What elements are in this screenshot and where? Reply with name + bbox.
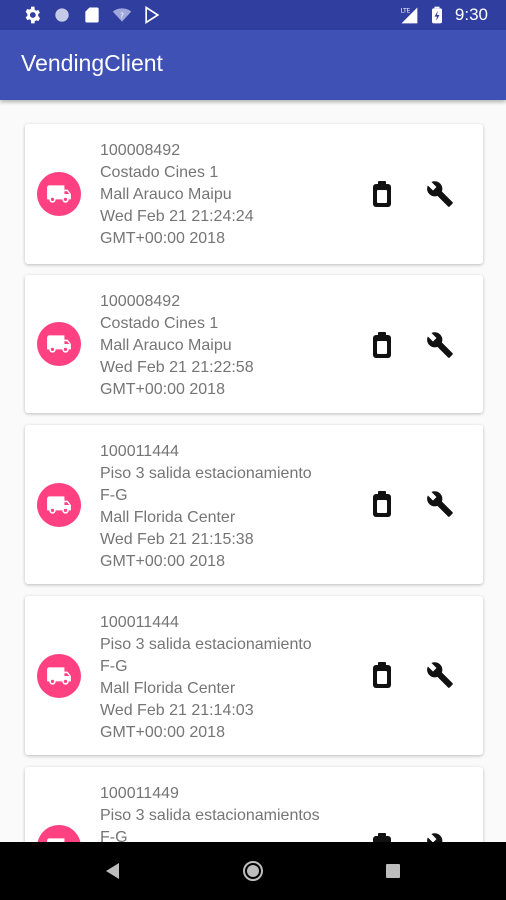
- truck-icon: [47, 185, 71, 203]
- machine-date: Wed Feb 21 21:24:24: [100, 208, 254, 225]
- machine-date-tz: GMT+00:00 2018: [100, 724, 225, 741]
- wrench-button[interactable]: [425, 179, 455, 209]
- machine-details: 100011444 Piso 3 salida estacionamiento …: [100, 612, 350, 744]
- battery-icon: [373, 662, 391, 688]
- status-clock: 9:30: [454, 5, 488, 24]
- wrench-icon: [427, 833, 443, 842]
- back-icon[interactable]: [101, 859, 125, 883]
- machine-date-tz: GMT+00:00 2018: [100, 381, 225, 398]
- truck-icon: [47, 838, 65, 842]
- recents-icon[interactable]: [381, 859, 405, 883]
- battery-button[interactable]: [367, 489, 397, 519]
- truck-avatar: [37, 654, 81, 698]
- lte-signal-icon: LTE: [401, 7, 418, 24]
- machine-location: Piso 3 salida estacionamientos: [100, 807, 320, 824]
- wifi-off-icon: ?: [112, 8, 132, 22]
- svg-text:?: ?: [120, 11, 124, 20]
- machine-card[interactable]: 100011444 Piso 3 salida estacionamiento …: [25, 596, 483, 755]
- machine-location: Piso 3 salida estacionamiento: [100, 636, 312, 653]
- wrench-icon: [427, 662, 453, 688]
- system-nav-bar: [0, 842, 506, 900]
- wrench-icon: [427, 181, 453, 207]
- machine-id: 100011449: [100, 785, 179, 802]
- wrench-button[interactable]: [425, 831, 455, 842]
- truck-avatar: [37, 172, 81, 216]
- app-title: VendingClient: [21, 50, 163, 76]
- machine-location-cont: F-G: [100, 829, 128, 842]
- play-store-icon: [145, 5, 160, 25]
- machine-location-cont: F-G: [100, 658, 128, 675]
- machine-date-tz: GMT+00:00 2018: [100, 230, 225, 247]
- machine-location: Costado Cines 1: [100, 315, 219, 332]
- machine-date: Wed Feb 21 21:15:38: [100, 531, 254, 548]
- truck-icon: [47, 667, 71, 685]
- machine-id: 100008492: [100, 142, 181, 159]
- machine-id: 100011444: [100, 614, 179, 631]
- machine-details: 100008492 Costado Cines 1 Mall Arauco Ma…: [100, 140, 350, 250]
- machine-card[interactable]: 100008492 Costado Cines 1 Mall Arauco Ma…: [25, 275, 483, 413]
- battery-charging-icon: [431, 6, 442, 24]
- machine-id: 100008492: [100, 293, 181, 310]
- machine-date: Wed Feb 21 21:22:58: [100, 359, 254, 376]
- machine-details: 100011444 Piso 3 salida estacionamiento …: [100, 441, 350, 573]
- machine-card[interactable]: 100011449 Piso 3 salida estacionamientos…: [25, 767, 483, 842]
- battery-icon: [373, 332, 391, 358]
- truck-avatar: [37, 825, 81, 842]
- machine-location-cont: F-G: [100, 487, 128, 504]
- truck-icon: [47, 335, 71, 353]
- machine-card[interactable]: 100011444 Piso 3 salida estacionamiento …: [25, 425, 483, 584]
- machine-date: Wed Feb 21 21:14:03: [100, 702, 254, 719]
- status-bar: ? LTE 9:30: [0, 0, 506, 30]
- machine-card[interactable]: 100008492 Costado Cines 1 Mall Arauco Ma…: [25, 124, 483, 264]
- battery-button[interactable]: [367, 660, 397, 690]
- machine-mall: Mall Florida Center: [100, 509, 236, 526]
- truck-icon: [47, 496, 71, 514]
- settings-icon: [25, 6, 40, 24]
- wrench-icon: [427, 332, 453, 358]
- battery-button[interactable]: [367, 179, 397, 209]
- machine-id: 100011444: [100, 443, 179, 460]
- battery-icon: [373, 833, 391, 842]
- machine-date-tz: GMT+00:00 2018: [100, 553, 225, 570]
- machine-list[interactable]: 100008492 Costado Cines 1 Mall Arauco Ma…: [0, 100, 506, 842]
- machine-mall: Mall Florida Center: [100, 680, 236, 697]
- battery-icon: [373, 181, 391, 207]
- wrench-icon: [427, 491, 453, 517]
- battery-button[interactable]: [367, 831, 397, 842]
- machine-details: 100011449 Piso 3 salida estacionamientos…: [100, 783, 350, 842]
- machine-location: Costado Cines 1: [100, 164, 219, 181]
- sd-card-icon: [85, 7, 99, 23]
- battery-icon: [373, 491, 391, 517]
- machine-mall: Mall Arauco Maipu: [100, 337, 232, 354]
- wrench-button[interactable]: [425, 660, 455, 690]
- wrench-button[interactable]: [425, 330, 455, 360]
- machine-location: Piso 3 salida estacionamiento: [100, 465, 312, 482]
- machine-mall: Mall Arauco Maipu: [100, 186, 232, 203]
- home-icon[interactable]: [241, 859, 265, 883]
- truck-avatar: [37, 483, 81, 527]
- truck-avatar: [37, 322, 81, 366]
- machine-details: 100008492 Costado Cines 1 Mall Arauco Ma…: [100, 291, 350, 401]
- svg-text:LTE: LTE: [401, 9, 411, 15]
- app-bar: VendingClient: [0, 30, 506, 100]
- wrench-button[interactable]: [425, 489, 455, 519]
- circle-icon: [55, 8, 69, 22]
- battery-button[interactable]: [367, 330, 397, 360]
